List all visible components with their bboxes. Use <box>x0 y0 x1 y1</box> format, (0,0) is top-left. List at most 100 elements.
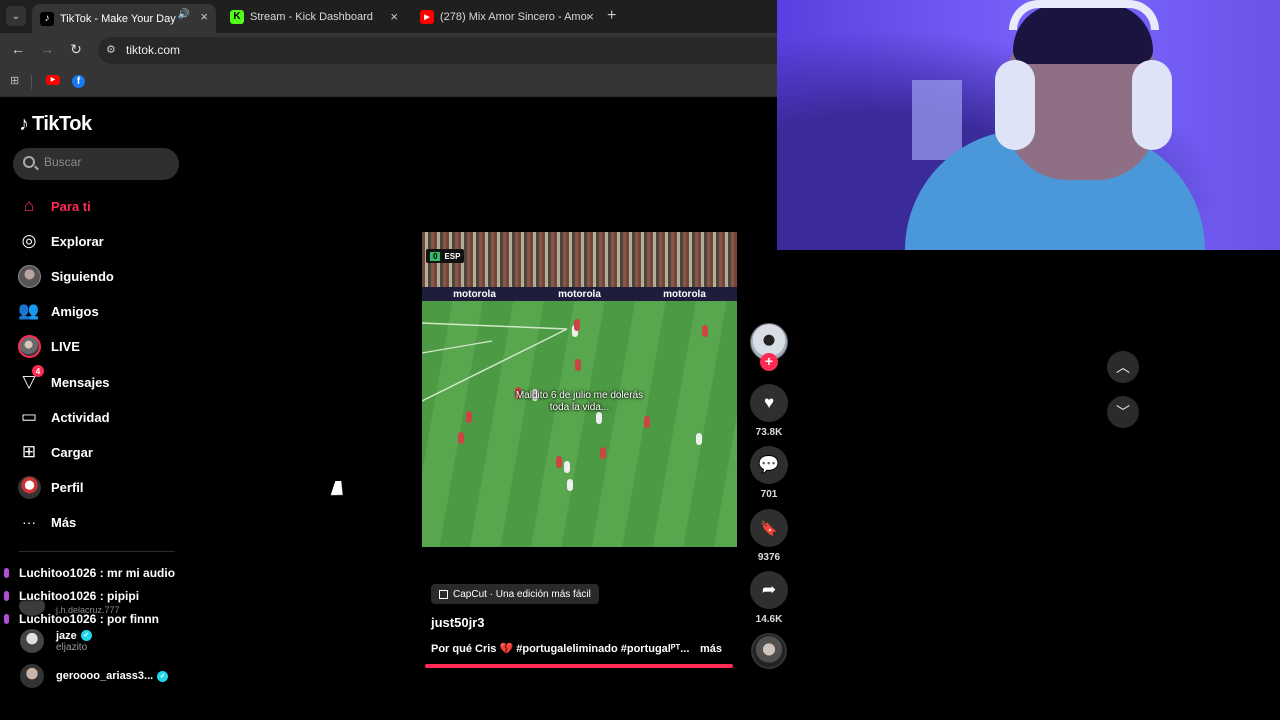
nav-item-cargar[interactable]: ⊞ Cargar <box>17 437 187 467</box>
hashtags[interactable]: #portugaleliminado #portugalᴾᵀ... <box>516 643 689 655</box>
close-tab-icon[interactable]: × <box>200 9 208 24</box>
nav-label: LIVE <box>51 338 80 354</box>
follow-plus-icon[interactable]: + <box>760 353 778 371</box>
youtube-bookmark-icon[interactable]: ▶ <box>46 75 60 85</box>
share-button[interactable]: ➦ <box>750 571 788 609</box>
nav-label: Cargar <box>51 444 93 460</box>
url-text: tiktok.com <box>126 43 181 57</box>
author-name[interactable]: just50jr3 <box>431 615 484 630</box>
video-player[interactable]: 0 ESP motorola motorola motorola Maldito… <box>422 232 737 547</box>
nav-item-para-ti[interactable]: ⌂ Para ti <box>17 191 187 221</box>
team: ESP <box>444 251 461 261</box>
verified-icon: ✓ <box>80 630 92 641</box>
like-button[interactable]: ♥ <box>750 384 788 422</box>
football-pitch <box>422 301 737 547</box>
nav-item-actividad[interactable]: ▭ Actividad <box>17 402 187 432</box>
reload-icon[interactable]: ↻ <box>67 41 85 58</box>
video-caption: Maldito 6 de julio me dolerás toda la vi… <box>492 390 667 414</box>
capcut-tag[interactable]: CapCut · Una edición más fácil <box>431 584 599 604</box>
capcut-icon <box>439 589 448 599</box>
description-text: Por qué Cris <box>431 643 497 655</box>
next-video-button[interactable]: ﹀ <box>1107 396 1139 428</box>
tiktok-favicon-icon: ♪ <box>40 11 54 26</box>
bookmarks-bar: ⊞ ▶ f <box>0 67 777 97</box>
nav-label: Amigos <box>51 303 99 319</box>
ad-board: motorola motorola motorola <box>422 287 737 301</box>
chat-message: Luchitoo1026 : mr mi audio <box>4 566 175 580</box>
following-item-jaze[interactable]: jaze ✓ eljazito <box>20 629 92 653</box>
tab-youtube[interactable]: ▶ (278) Mix Amor Sincero - Amor × <box>412 4 602 29</box>
search-input[interactable] <box>44 155 174 169</box>
bookmark-divider <box>31 75 32 89</box>
nav-item-live[interactable]: LIVE <box>17 331 187 361</box>
nav-label: Mensajes <box>51 374 110 390</box>
video-progress-bar[interactable] <box>425 664 733 668</box>
share-icon: ➦ <box>761 580 777 599</box>
tab-title: (278) Mix Amor Sincero - Amor <box>440 10 588 23</box>
heart-emoji-icon: 💔 <box>499 643 514 655</box>
tab-tiktok[interactable]: ♪ TikTok - Make Your Day 🔊 × <box>32 4 216 33</box>
chat-user: Luchitoo1026 <box>19 589 97 603</box>
chat-message: Luchitoo1026 : por finnn <box>4 612 159 626</box>
headphone-band <box>1009 0 1159 30</box>
ad-text: motorola <box>558 288 601 300</box>
nav-item-mas[interactable]: ··· Más <box>17 507 187 537</box>
verified-icon: ✓ <box>157 670 169 682</box>
following-item-geroooo[interactable]: geroooo_ariass3... ✓ <box>20 664 169 688</box>
nav-item-mensajes[interactable]: ▽ 4 Mensajes <box>17 365 187 397</box>
speaker-icon[interactable]: 🔊 <box>178 9 190 20</box>
nav-item-amigos[interactable]: 👥 Amigos <box>17 296 187 326</box>
mic-icon <box>4 591 9 601</box>
tab-kick[interactable]: K Stream - Kick Dashboard × <box>222 4 406 29</box>
previous-video-button[interactable]: ︿ <box>1107 351 1139 383</box>
messages-badge: 4 <box>32 365 44 377</box>
comment-icon: 💬 <box>758 455 780 474</box>
nav-label: Perfil <box>51 479 84 495</box>
following-handle: eljazito <box>56 641 88 653</box>
search-box[interactable] <box>13 148 179 180</box>
browser-nav-bar: ← → ↻ ⚙ tiktok.com <box>0 33 777 67</box>
mouse-cursor-icon <box>330 481 348 495</box>
nav-label: Actividad <box>51 409 110 425</box>
close-tab-icon[interactable]: × <box>390 9 398 24</box>
back-icon[interactable]: ← <box>9 41 27 57</box>
music-disc-icon[interactable] <box>751 633 787 669</box>
tiktok-logo[interactable]: ♪ TikTok <box>19 113 92 136</box>
nav-item-explorar[interactable]: ◎ Explorar <box>17 226 187 256</box>
home-icon: ⌂ <box>23 196 35 215</box>
following-avatar-icon <box>17 264 41 288</box>
headphone-right <box>1132 60 1172 150</box>
comment-count: 701 <box>760 489 778 500</box>
nav-label: Explorar <box>51 233 104 249</box>
nav-item-perfil[interactable]: Perfil <box>17 472 187 502</box>
comment-button[interactable]: 💬 <box>750 446 788 484</box>
caption-line: toda la vida... <box>549 402 610 413</box>
address-bar[interactable]: ⚙ tiktok.com <box>98 37 777 64</box>
save-button[interactable]: 🔖 <box>750 509 788 547</box>
close-tab-icon[interactable]: × <box>586 9 594 24</box>
ad-text: motorola <box>663 288 706 300</box>
site-settings-icon[interactable]: ⚙ <box>106 43 116 56</box>
apps-grid-icon[interactable]: ⊞ <box>10 74 19 87</box>
capcut-label: CapCut · Una edición más fácil <box>453 588 591 600</box>
more-button[interactable]: más <box>700 643 722 655</box>
new-tab-icon[interactable]: + <box>607 7 616 25</box>
nav-label: Para ti <box>51 198 91 214</box>
chat-text: por finnn <box>107 612 160 626</box>
heart-icon: ♥ <box>763 393 775 412</box>
youtube-favicon-icon: ▶ <box>420 9 434 24</box>
search-icon <box>23 156 35 168</box>
chevron-up-icon: ︿ <box>1116 359 1130 375</box>
chat-text: mr mi audio <box>107 566 176 580</box>
facebook-bookmark-icon[interactable]: f <box>72 75 85 88</box>
caption-line: Maldito 6 de julio me dolerás <box>515 390 644 401</box>
save-count: 9376 <box>757 552 781 563</box>
tab-search-button[interactable]: ⌄ <box>6 6 26 26</box>
video-description: Por qué Cris 💔 #portugaleliminado #portu… <box>431 642 722 655</box>
compass-icon: ◎ <box>21 231 37 250</box>
like-count: 73.8K <box>755 427 783 438</box>
nav-item-siguiendo[interactable]: Siguiendo <box>17 261 187 291</box>
score: 0 <box>430 251 441 261</box>
following-name: geroooo_ariass3... <box>56 670 154 682</box>
forward-icon[interactable]: → <box>38 41 56 57</box>
